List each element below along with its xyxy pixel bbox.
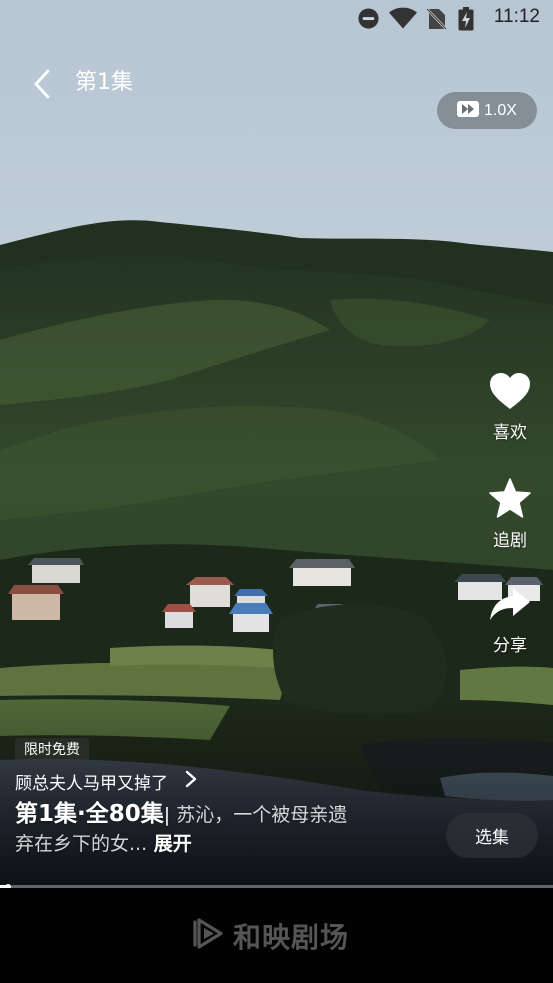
like-label: 喜欢 [493, 423, 527, 443]
chevron-left-icon [24, 69, 64, 108]
playback-speed-button[interactable]: 1.0X [437, 92, 537, 129]
chevron-right-icon [184, 769, 198, 793]
do-not-disturb-icon [357, 7, 380, 34]
fast-forward-icon [457, 99, 480, 123]
wifi-icon [389, 7, 417, 34]
video-player-screen: 11:12 第1集 1.0X 喜欢 追剧 分享 限时免费 顾总夫人马甲又掉了 第… [0, 0, 553, 983]
brand-logo: 和映剧场 [190, 916, 349, 956]
like-button[interactable]: 喜欢 [485, 372, 535, 443]
status-bar: 11:12 [0, 0, 553, 38]
episode-synopsis: 第1集·全80集| 苏沁，一个被母亲遗弃在乡下的女... 展开 [15, 800, 355, 859]
star-icon [489, 478, 531, 522]
drama-title-link[interactable]: 顾总夫人马甲又掉了 [15, 768, 198, 794]
limited-free-badge: 限时免费 [15, 738, 89, 762]
share-button[interactable]: 分享 [485, 587, 535, 656]
status-time: 11:12 [493, 6, 540, 27]
follow-drama-button[interactable]: 追剧 [485, 478, 535, 551]
share-arrow-icon [489, 587, 531, 627]
follow-drama-label: 追剧 [493, 531, 527, 551]
heart-icon [489, 372, 531, 414]
episode-count: 第1集·全80集 [15, 801, 164, 827]
speed-label: 1.0X [484, 101, 517, 119]
drama-name: 顾总夫人马甲又掉了 [15, 773, 168, 794]
expand-synopsis-button[interactable]: 展开 [147, 833, 192, 855]
play-logo-icon [190, 916, 226, 956]
episode-title: 第1集 [75, 70, 133, 95]
battery-charging-icon [458, 7, 474, 35]
brand-name: 和映剧场 [233, 921, 350, 954]
share-label: 分享 [493, 636, 527, 656]
back-button[interactable] [24, 64, 64, 104]
select-episode-button[interactable]: 选集 [446, 813, 538, 858]
no-sim-icon [425, 7, 447, 35]
